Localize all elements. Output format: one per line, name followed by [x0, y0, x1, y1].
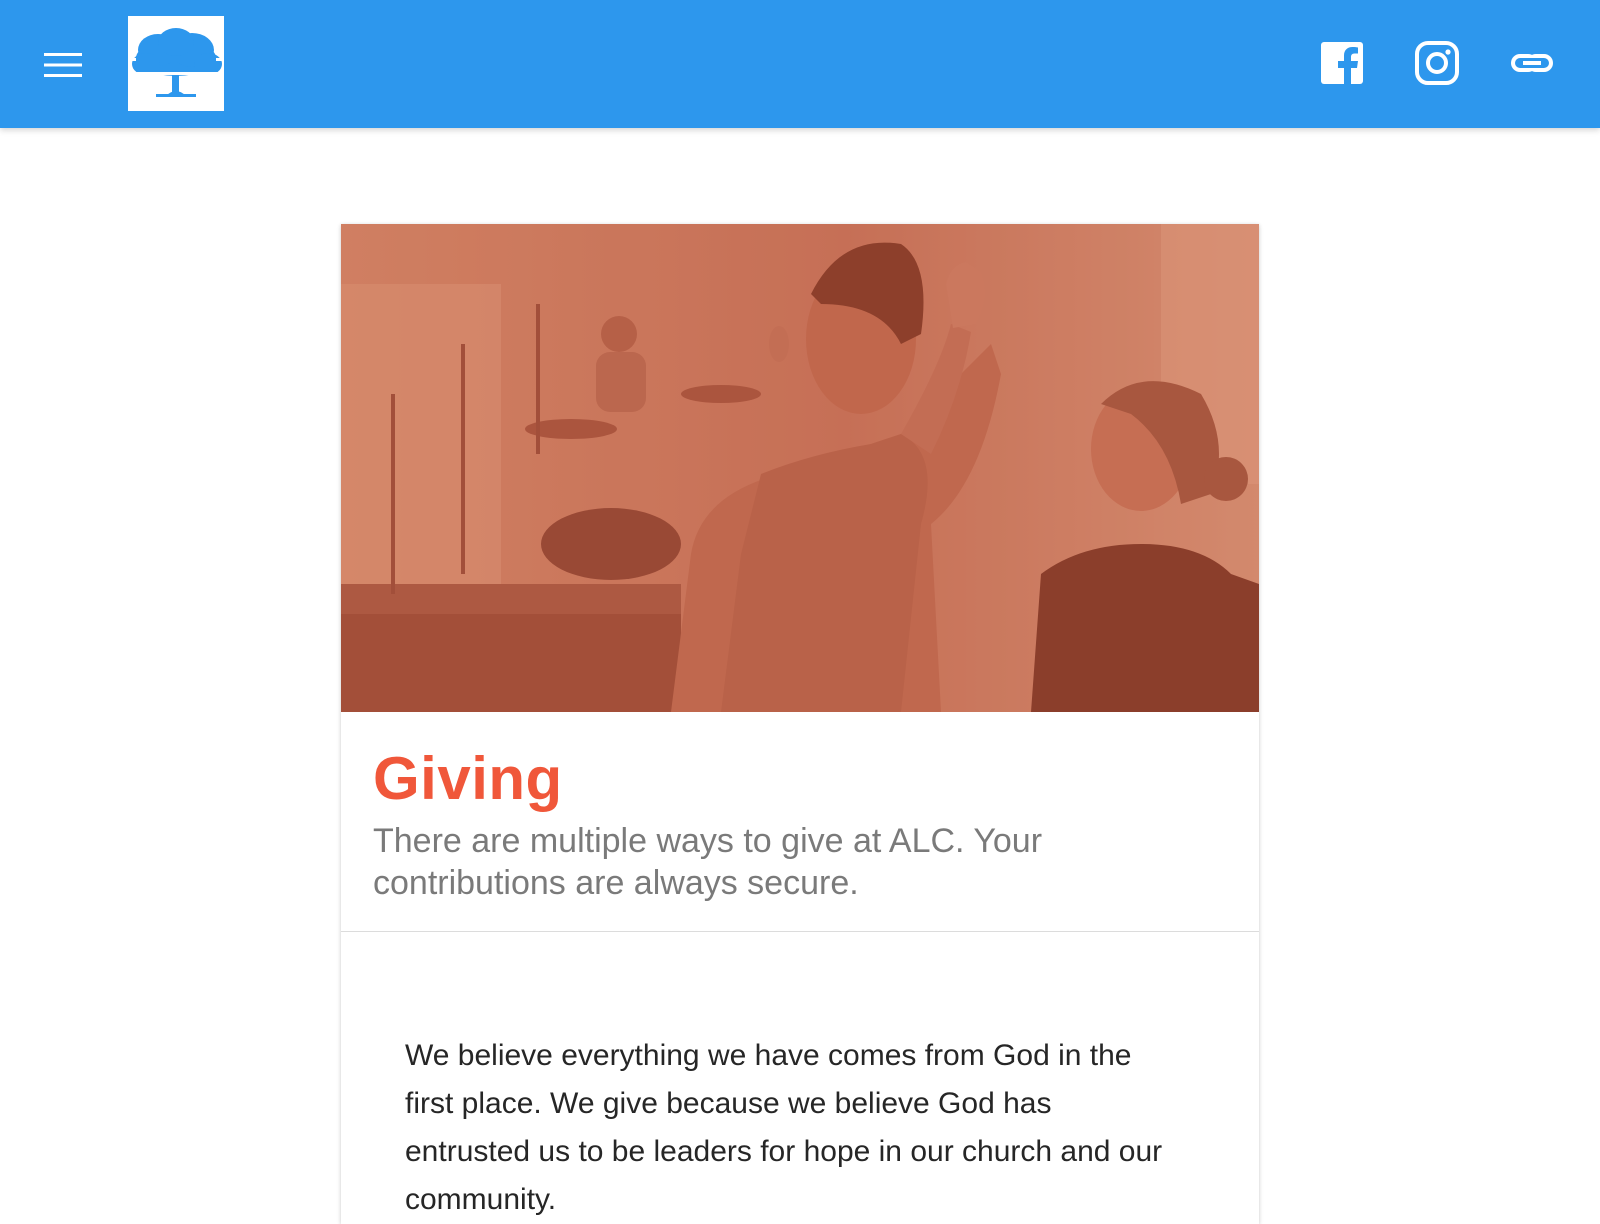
top-navigation-bar: [0, 0, 1600, 128]
instagram-icon[interactable]: [1412, 38, 1462, 88]
card-header: Giving There are multiple ways to give a…: [341, 712, 1259, 932]
tree-logo[interactable]: [128, 16, 224, 111]
giving-card: Giving There are multiple ways to give a…: [341, 224, 1259, 1224]
page-subtitle: There are multiple ways to give at ALC. …: [373, 822, 1043, 902]
worship-photo: [341, 224, 1259, 712]
link-icon[interactable]: [1509, 40, 1559, 90]
page-title: Giving: [373, 745, 563, 812]
facebook-icon[interactable]: [1317, 38, 1367, 88]
giving-description: We believe everything we have comes from…: [405, 1039, 1163, 1216]
hamburger-menu-icon[interactable]: [38, 44, 88, 86]
